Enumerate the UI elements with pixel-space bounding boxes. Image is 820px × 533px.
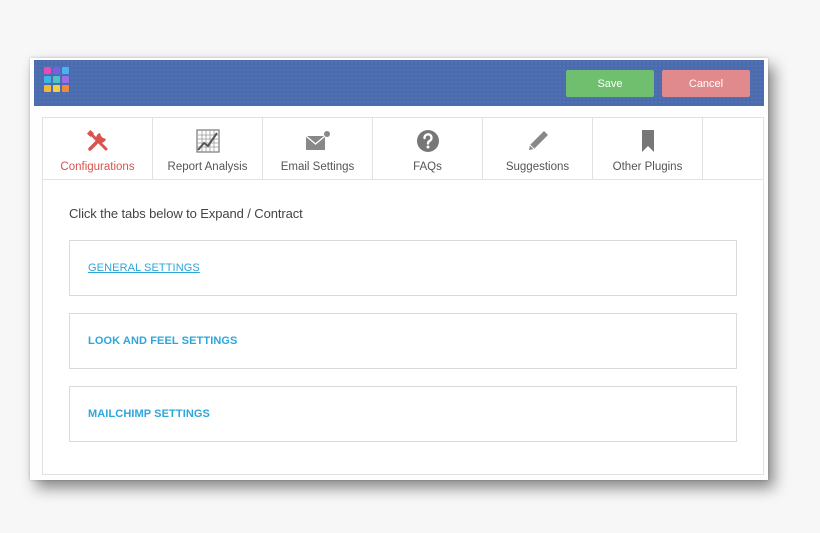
app-logo-icon: [44, 67, 71, 94]
tab-faqs[interactable]: FAQs: [373, 118, 483, 180]
email-icon: [305, 128, 331, 154]
top-toolbar: Save Cancel: [34, 60, 764, 106]
tab-suggestions[interactable]: Suggestions: [483, 118, 593, 180]
accordion-title[interactable]: GENERAL SETTINGS: [88, 262, 200, 274]
instruction-text: Click the tabs below to Expand / Contrac…: [69, 206, 303, 221]
tab-configurations[interactable]: Configurations: [43, 118, 153, 180]
logo-tile: [62, 76, 69, 83]
accordion-title[interactable]: LOOK AND FEEL SETTINGS: [88, 335, 238, 347]
grid-chart-icon: [195, 128, 220, 154]
bookmark-icon: [639, 128, 657, 154]
logo-tile: [53, 76, 60, 83]
tab-label: Email Settings: [280, 161, 355, 173]
question-circle-icon: [416, 128, 440, 154]
cancel-button[interactable]: Cancel: [662, 70, 750, 97]
accordion-general-settings[interactable]: GENERAL SETTINGS: [69, 240, 737, 296]
logo-tile: [44, 76, 51, 83]
tab-email-settings[interactable]: Email Settings: [263, 118, 373, 180]
settings-content: Click the tabs below to Expand / Contrac…: [69, 206, 737, 459]
tools-icon: [86, 128, 110, 154]
tab-label: FAQs: [413, 161, 442, 173]
tab-label: Configurations: [60, 161, 135, 173]
accordion-title[interactable]: MAILCHIMP SETTINGS: [88, 408, 210, 420]
logo-tile: [62, 67, 69, 74]
accordion-look-and-feel-settings[interactable]: LOOK AND FEEL SETTINGS: [69, 313, 737, 369]
logo-tile: [53, 67, 60, 74]
tab-label: Suggestions: [505, 161, 570, 173]
tab-label: Report Analysis: [167, 161, 248, 173]
pencil-icon: [526, 128, 550, 154]
accordion-mailchimp-settings[interactable]: MAILCHIMP SETTINGS: [69, 386, 737, 442]
logo-tile: [53, 85, 60, 92]
save-button[interactable]: Save: [566, 70, 654, 97]
logo-tile: [44, 67, 51, 74]
plugin-window: Save Cancel Configurations Report Analys…: [30, 58, 768, 480]
tab-label: Other Plugins: [612, 161, 683, 173]
tab-other-plugins[interactable]: Other Plugins: [593, 118, 703, 180]
settings-panel: Configurations Report Analysis Email Set…: [42, 117, 764, 475]
tab-report-analysis[interactable]: Report Analysis: [153, 118, 263, 180]
logo-tile: [62, 85, 69, 92]
logo-tile: [44, 85, 51, 92]
tab-bar: Configurations Report Analysis Email Set…: [43, 118, 763, 180]
